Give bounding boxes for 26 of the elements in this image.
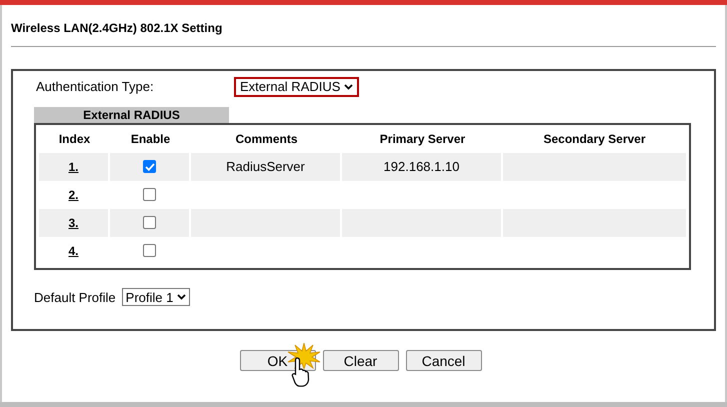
default-profile-select[interactable]: Profile 1: [122, 288, 190, 306]
section-tab-label: External RADIUS: [83, 106, 180, 124]
authentication-type-select[interactable]: External RADIUS: [234, 76, 360, 96]
chevron-down-icon: [177, 294, 186, 300]
index-link[interactable]: 4.: [68, 242, 78, 260]
column-header: Comments: [235, 130, 298, 148]
enable-checkbox[interactable]: [143, 216, 156, 229]
authentication-type-label: Authentication Type:: [36, 78, 155, 96]
table-cell: 192.168.1.10: [342, 152, 501, 180]
enable-checkbox[interactable]: [143, 160, 156, 173]
page-title: Wireless LAN(2.4GHz) 802.1X Setting: [11, 21, 222, 35]
index-link[interactable]: 3.: [68, 214, 78, 232]
column-header: Enable: [130, 130, 170, 148]
column-header: Primary Server: [380, 130, 466, 148]
table-cell: RadiusServer: [191, 152, 340, 180]
chevron-down-icon: [344, 84, 354, 90]
enable-checkbox[interactable]: [143, 244, 156, 257]
column-header: Secondary Server: [543, 130, 646, 148]
default-profile-label: Default Profile: [34, 288, 116, 306]
action-button[interactable]: Cancel: [406, 350, 482, 370]
action-button[interactable]: Clear: [322, 350, 398, 370]
column-header: Index: [58, 130, 90, 148]
enable-checkbox[interactable]: [143, 188, 156, 201]
click-burst-icon: [287, 343, 321, 369]
index-link[interactable]: 2.: [68, 186, 78, 204]
index-link[interactable]: 1.: [68, 158, 78, 176]
